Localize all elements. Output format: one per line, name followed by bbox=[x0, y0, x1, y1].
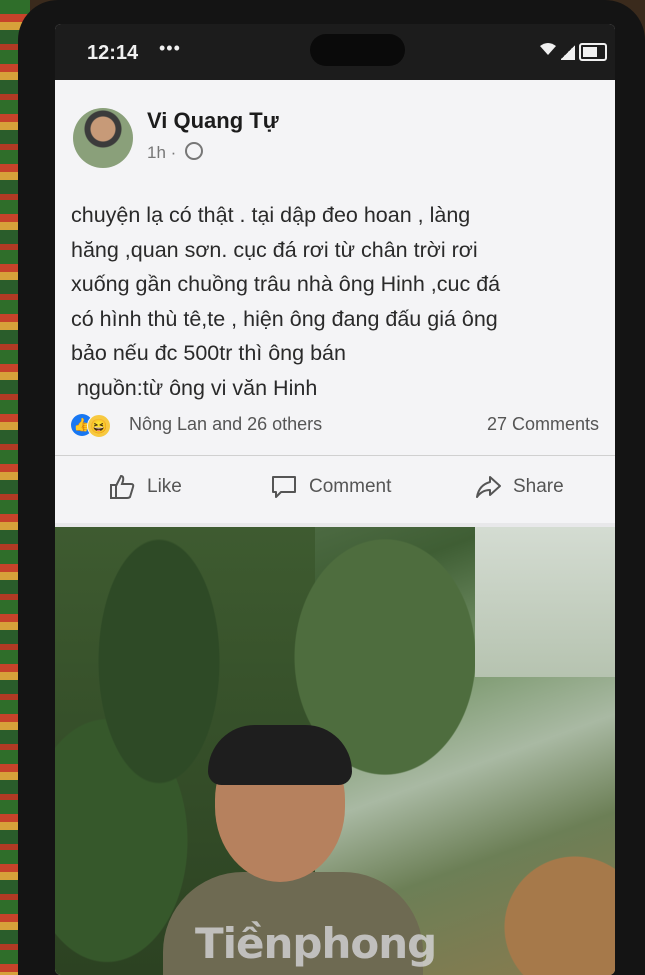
thumbs-up-icon bbox=[110, 474, 135, 499]
haha-reaction-icon: 😆 bbox=[87, 414, 111, 438]
battery-icon bbox=[579, 43, 607, 61]
wifi-icon bbox=[539, 42, 557, 61]
avatar[interactable] bbox=[73, 108, 133, 168]
post-text-line: chuyện lạ có thật . tại dập đeo hoan , l… bbox=[71, 203, 471, 227]
facebook-post: Vi Quang Tự 1h · chuyện lạ có thật . tại… bbox=[55, 80, 615, 523]
like-label: Like bbox=[147, 476, 182, 497]
globe-icon bbox=[185, 142, 204, 160]
share-button[interactable]: Share bbox=[473, 472, 564, 502]
signal-icon bbox=[561, 44, 575, 60]
share-label: Share bbox=[513, 476, 564, 497]
post-time: 1h bbox=[147, 143, 166, 162]
camera-notch bbox=[310, 34, 405, 66]
post-photo[interactable]: Tiềnphong bbox=[55, 527, 615, 975]
reactions-bar[interactable]: 👍 😆 Nông Lan and 26 others 27 Comments bbox=[71, 410, 601, 440]
status-bar: 12:14 ••• bbox=[55, 24, 615, 80]
photo-path bbox=[455, 807, 615, 975]
post-text-line: xuống gần chuồng trâu nhà ông Hinh ,cuc … bbox=[71, 272, 501, 296]
comment-label: Comment bbox=[309, 476, 392, 497]
post-text-line: hăng ,quan sơn. cục đá rơi từ chân trời … bbox=[71, 237, 478, 262]
photo-sky bbox=[475, 527, 615, 677]
post-text-line: nguồn:từ ông vi văn Hinh bbox=[71, 375, 318, 400]
post-meta: 1h · bbox=[147, 142, 204, 163]
notification-dots: ••• bbox=[159, 38, 181, 58]
comment-button[interactable]: Comment bbox=[269, 472, 391, 502]
post-actions: Like Comment Share bbox=[55, 455, 615, 516]
reactions-summary[interactable]: Nông Lan and 26 others bbox=[129, 414, 322, 435]
post-text-line: có hình thù tê,te , hiện ông đang đấu gi… bbox=[71, 306, 498, 331]
share-icon bbox=[476, 476, 501, 498]
photo-person-hair bbox=[208, 725, 352, 785]
post-author[interactable]: Vi Quang Tự bbox=[147, 108, 279, 134]
separator-dot: · bbox=[170, 143, 182, 162]
post-text-line: bảo nếu đc 500tr thì ông bán bbox=[71, 341, 346, 365]
like-button[interactable]: Like bbox=[107, 472, 182, 502]
post-text: chuyện lạ có thật . tại dập đeo hoan , l… bbox=[71, 198, 601, 405]
phone-screen: 12:14 ••• Vi Quang Tự 1h · chuyện lạ có … bbox=[55, 24, 615, 975]
comment-icon bbox=[272, 476, 296, 498]
watermark: Tiềnphong bbox=[195, 919, 437, 968]
status-time: 12:14 bbox=[87, 42, 139, 64]
comments-count[interactable]: 27 Comments bbox=[487, 414, 599, 435]
